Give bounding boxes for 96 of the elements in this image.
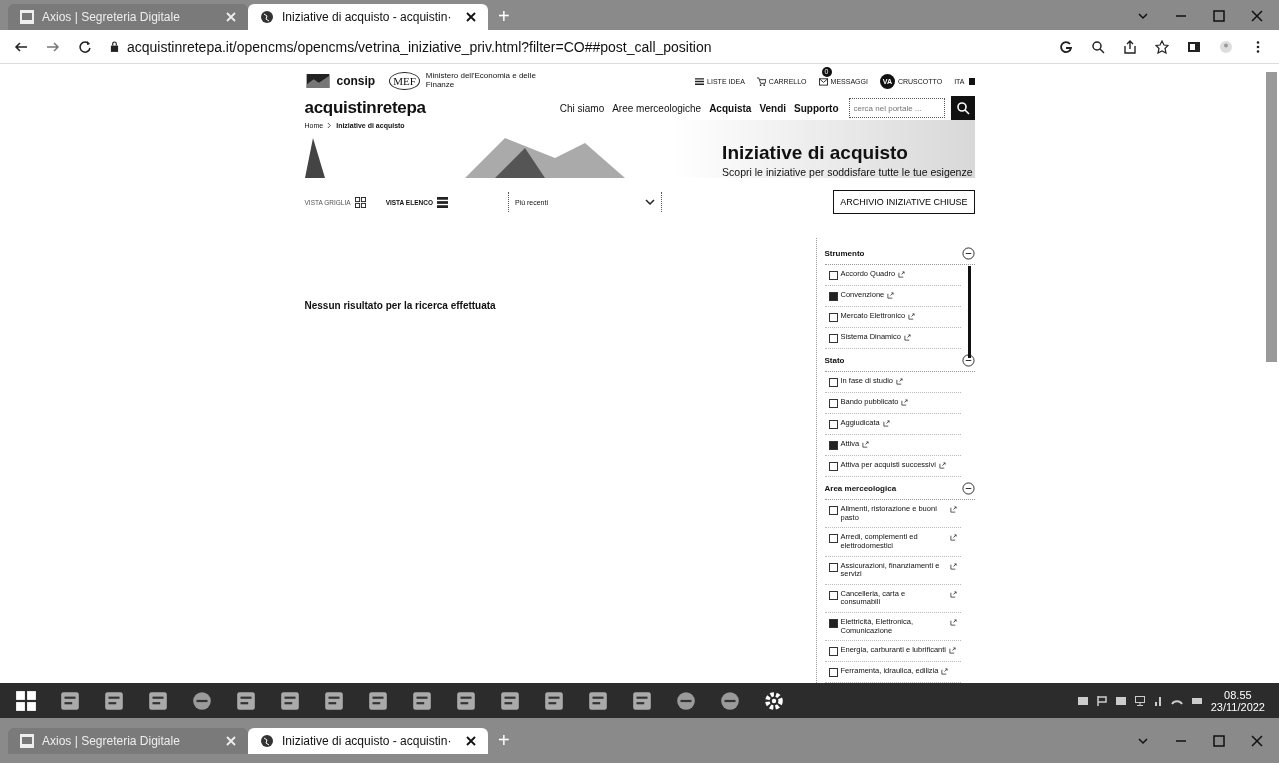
checkbox[interactable] xyxy=(828,647,838,657)
chevron-right-icon xyxy=(327,122,333,129)
external-link-icon xyxy=(949,562,957,570)
close-icon[interactable] xyxy=(466,12,476,22)
nav-link[interactable]: Vendi xyxy=(759,102,787,114)
zoom-icon[interactable] xyxy=(1091,39,1105,54)
checkbox[interactable] xyxy=(828,271,838,280)
external-link-icon xyxy=(938,462,946,469)
list-icon xyxy=(695,76,705,86)
external-link-icon xyxy=(887,292,895,299)
network-icon[interactable] xyxy=(1153,695,1162,706)
cart-icon xyxy=(756,76,766,86)
g-letter-icon[interactable] xyxy=(1059,39,1073,54)
chevron-icon[interactable] xyxy=(1137,10,1149,22)
checkbox[interactable] xyxy=(828,420,838,429)
external-link-icon xyxy=(901,399,909,406)
archive-button[interactable]: ARCHIVIO INIZIATIVE CHIUSE xyxy=(833,190,975,214)
external-link-icon xyxy=(882,420,890,427)
external-link-icon xyxy=(949,619,957,626)
address-bar[interactable]: acquistinretepa.it/opencms/opencms/vetrina_iniziative_priv.html?filter=CO##post_call_position xyxy=(110,38,1041,55)
profile-icon[interactable] xyxy=(1219,39,1233,54)
consip-logo-text: consip xyxy=(336,74,376,88)
filter-group-title: Strumento xyxy=(824,248,865,258)
share-icon[interactable] xyxy=(1123,39,1137,54)
nav-link[interactable]: Supporto xyxy=(794,102,839,114)
globe-icon xyxy=(260,10,274,24)
external-link-icon xyxy=(896,378,904,385)
envelope-icon xyxy=(818,76,828,86)
nav-link[interactable]: Aree merceologiche xyxy=(612,102,702,114)
filter-group-title: Stato xyxy=(824,355,845,365)
flag-icon[interactable] xyxy=(1096,695,1107,706)
back-arrow-icon[interactable] xyxy=(14,39,28,54)
external-link-icon xyxy=(949,506,957,513)
tray-app-icon[interactable] xyxy=(1077,696,1088,705)
checkbox[interactable] xyxy=(828,506,838,515)
maximize-icon[interactable] xyxy=(1213,734,1225,747)
external-link-icon xyxy=(903,334,911,341)
collapse-icon[interactable] xyxy=(961,246,975,260)
collapse-icon[interactable] xyxy=(961,353,975,367)
chevron-down-icon xyxy=(644,198,655,206)
tray-app-icon[interactable] xyxy=(1115,696,1126,705)
checkbox[interactable] xyxy=(828,590,838,600)
checkbox[interactable] xyxy=(828,668,838,678)
app-logo-icon xyxy=(20,10,34,24)
checkbox[interactable] xyxy=(828,313,838,322)
collapse-icon[interactable] xyxy=(961,481,975,495)
external-link-icon xyxy=(908,313,916,320)
external-link-icon xyxy=(949,534,957,542)
globe-icon xyxy=(260,733,274,748)
external-link-icon xyxy=(898,271,906,278)
scrollbar[interactable] xyxy=(1266,72,1277,362)
scrollbar[interactable] xyxy=(967,266,971,358)
page-subtitle: Scopri le iniziative per soddisfare tutte le tue esigenze xyxy=(722,166,973,178)
browser-tab[interactable]: Axios | Segreteria Digitale xyxy=(8,4,248,30)
external-link-icon xyxy=(862,441,870,448)
grid-icon xyxy=(354,196,366,208)
checkbox[interactable] xyxy=(828,534,838,544)
external-link-icon xyxy=(949,647,956,655)
checkbox[interactable] xyxy=(828,399,838,408)
site-logo-text[interactable]: acquistinretepa xyxy=(304,98,426,118)
checkbox[interactable] xyxy=(828,619,838,628)
nav-link[interactable]: Acquista xyxy=(709,102,752,114)
consip-logo-icon xyxy=(304,74,331,88)
nav-link[interactable]: Chi siamo xyxy=(559,102,605,114)
ministry-name: Ministero dell'Economia e delle Finanze xyxy=(425,72,537,90)
clock-time: 08.55 xyxy=(1224,688,1252,701)
external-link-icon xyxy=(949,590,957,598)
monitor-icon[interactable] xyxy=(1134,695,1145,706)
search-icon xyxy=(955,101,970,115)
empty-results-message: Nessun risultato per la ricerca effettuata xyxy=(304,300,496,313)
checkbox[interactable] xyxy=(828,378,838,387)
checkbox[interactable] xyxy=(828,562,838,572)
reload-icon[interactable] xyxy=(78,39,92,54)
app-logo-icon xyxy=(20,733,34,748)
checkbox[interactable] xyxy=(828,334,838,343)
page-title: Iniziative di acquisto xyxy=(722,142,909,164)
lock-icon xyxy=(110,41,119,52)
list-icon xyxy=(436,196,448,208)
checkbox[interactable] xyxy=(828,462,838,471)
browser-tab[interactable]: Iniziative di acquisto - acquistin· xyxy=(248,727,488,754)
photo-placeholder xyxy=(304,138,325,178)
search-field[interactable]: cerca nel portale ... xyxy=(848,98,945,118)
checkbox[interactable] xyxy=(828,441,838,450)
external-link-icon xyxy=(941,668,949,676)
forward-arrow-icon[interactable] xyxy=(46,39,60,54)
browser-tab[interactable]: Axios | Segreteria Digitale xyxy=(8,727,248,754)
browser-tab[interactable]: Iniziative di acquisto - acquistin· xyxy=(248,4,488,30)
star-icon[interactable] xyxy=(1155,39,1169,54)
clock-date: 23/11/2022 xyxy=(1210,700,1265,713)
filter-group-title: Area merceologica xyxy=(824,483,897,493)
battery-icon[interactable] xyxy=(1191,697,1202,704)
checkbox[interactable] xyxy=(828,292,838,301)
sidebar-icon[interactable] xyxy=(1187,39,1201,54)
search-button[interactable] xyxy=(950,96,975,120)
close-icon[interactable] xyxy=(466,735,476,746)
maximize-icon[interactable] xyxy=(1213,10,1225,22)
